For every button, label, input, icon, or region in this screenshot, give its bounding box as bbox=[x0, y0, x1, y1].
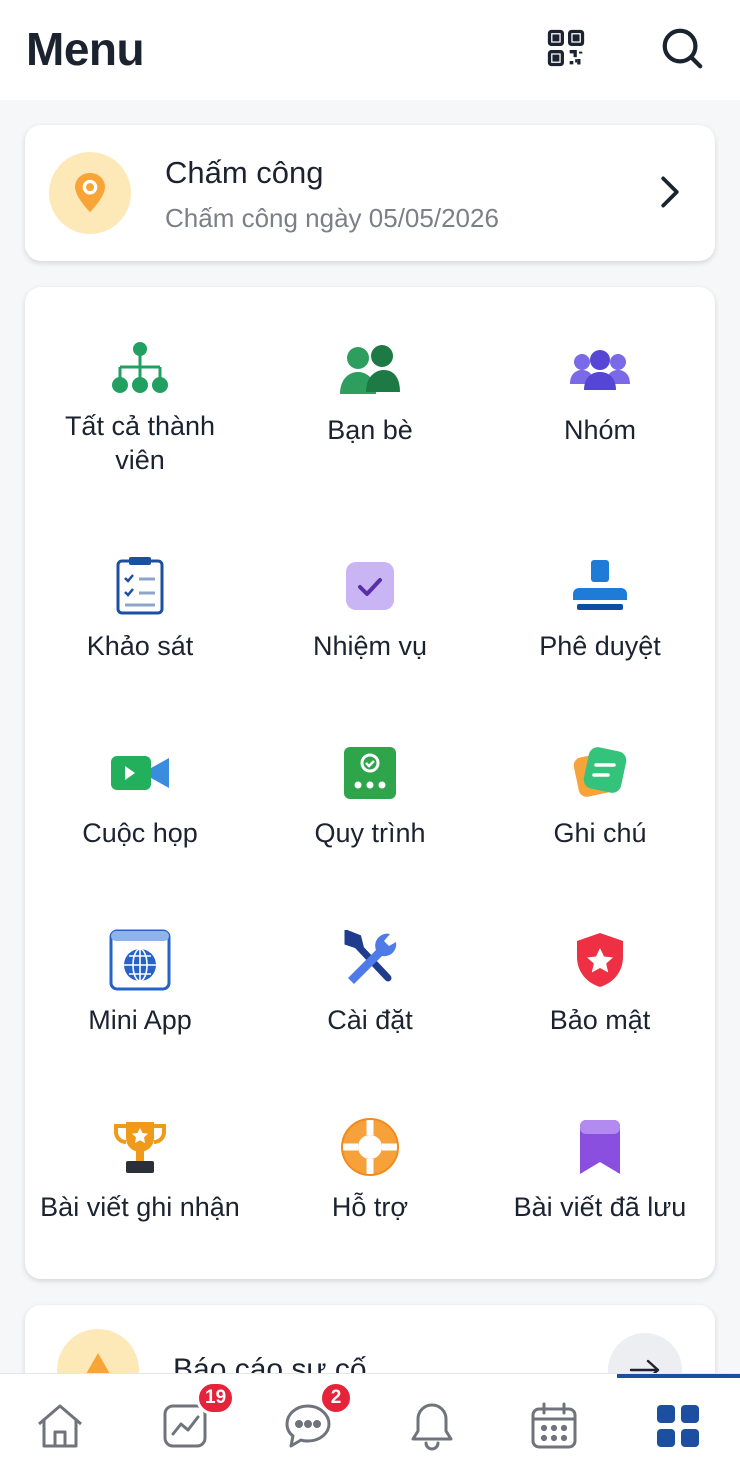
calendar-icon bbox=[531, 1402, 577, 1449]
workflow-icon bbox=[344, 747, 396, 799]
menu-item-label: Nhóm bbox=[563, 415, 637, 445]
qr-code-icon bbox=[547, 29, 585, 67]
chevron-right-icon bbox=[661, 176, 679, 208]
attendance-icon-badge bbox=[49, 152, 131, 234]
menu-item-label: Phê duyệt bbox=[539, 631, 661, 661]
menu-item-group[interactable]: Nhóm bbox=[485, 287, 715, 477]
org-tree-icon bbox=[112, 342, 168, 393]
task-check-icon bbox=[346, 562, 394, 610]
menu-item-label: Quy trình bbox=[314, 818, 426, 848]
globe-window-icon bbox=[109, 929, 171, 991]
menu-item-survey[interactable]: Khảo sát bbox=[25, 503, 255, 693]
menu-item-recognition-posts[interactable]: Bài viết ghi nhận bbox=[25, 1064, 255, 1254]
menu-item-label: Bảo mật bbox=[549, 1005, 651, 1035]
lifebuoy-icon bbox=[341, 1118, 399, 1176]
top-header: Menu bbox=[0, 0, 740, 100]
messages-badge: 2 bbox=[319, 1381, 353, 1415]
bottom-tab-bar: 19 2 bbox=[0, 1373, 740, 1483]
trophy-icon bbox=[114, 1122, 166, 1173]
menu-item-label: Bài viết ghi nhận bbox=[40, 1192, 240, 1222]
menu-item-label: Hỗ trợ bbox=[331, 1192, 409, 1222]
location-pin-icon bbox=[75, 173, 105, 213]
page-title: Menu bbox=[26, 23, 145, 75]
group-icon bbox=[570, 350, 630, 390]
attendance-title: Chấm công bbox=[165, 155, 324, 190]
shield-star-icon bbox=[577, 933, 623, 987]
menu-item-label: Cuộc họp bbox=[82, 818, 198, 848]
tools-icon bbox=[344, 930, 397, 984]
survey-icon bbox=[116, 557, 164, 615]
menu-item-label: Cài đặt bbox=[327, 1005, 413, 1035]
video-meeting-icon bbox=[111, 756, 169, 790]
tab-home[interactable] bbox=[30, 1396, 90, 1456]
menu-item-security[interactable]: Bảo mật bbox=[485, 877, 715, 1067]
menu-item-workflow[interactable]: Quy trình bbox=[255, 690, 485, 880]
bell-icon bbox=[411, 1403, 453, 1451]
attendance-subtitle: Chấm công ngày 05/05/2026 bbox=[165, 203, 499, 233]
menu-item-support[interactable]: Hỗ trợ bbox=[255, 1064, 485, 1254]
menu-item-label: Bạn bè bbox=[327, 415, 413, 445]
approval-stamp-icon bbox=[573, 560, 627, 610]
menu-item-label: Tất cả thành viên bbox=[64, 411, 216, 475]
menu-item-saved-posts[interactable]: Bài viết đã lưu bbox=[485, 1064, 715, 1254]
activity-badge: 19 bbox=[196, 1381, 236, 1415]
menu-item-all-members[interactable]: Tất cả thành viên bbox=[25, 287, 255, 477]
qr-code-button[interactable] bbox=[540, 22, 592, 74]
friends-icon bbox=[340, 345, 400, 394]
menu-item-meeting[interactable]: Cuộc họp bbox=[25, 690, 255, 880]
tab-menu[interactable] bbox=[648, 1396, 708, 1456]
menu-item-label: Khảo sát bbox=[86, 631, 194, 661]
search-button[interactable] bbox=[656, 22, 708, 74]
tab-calendar[interactable] bbox=[524, 1396, 584, 1456]
note-icon bbox=[573, 747, 627, 797]
search-icon bbox=[662, 28, 703, 69]
menu-item-label: Mini App bbox=[88, 1005, 192, 1035]
menu-item-label: Ghi chú bbox=[553, 818, 647, 848]
home-icon bbox=[38, 1404, 82, 1448]
menu-item-friends[interactable]: Bạn bè bbox=[255, 287, 485, 477]
menu-item-mini-app[interactable]: Mini App bbox=[25, 877, 255, 1067]
attendance-card[interactable]: Chấm công Chấm công ngày 05/05/2026 bbox=[25, 125, 715, 261]
bookmark-icon bbox=[580, 1120, 620, 1174]
menu-item-label: Bài viết đã lưu bbox=[513, 1192, 687, 1222]
menu-item-label: Nhiệm vụ bbox=[312, 631, 428, 661]
menu-item-tasks[interactable]: Nhiệm vụ bbox=[255, 503, 485, 693]
tab-notifications[interactable] bbox=[402, 1396, 462, 1456]
feature-grid-card: Tất cả thành viên Bạn bè Nhóm Khảo sát N… bbox=[25, 287, 715, 1279]
active-tab-indicator bbox=[617, 1374, 740, 1378]
menu-item-approval[interactable]: Phê duyệt bbox=[485, 503, 715, 693]
menu-item-settings[interactable]: Cài đặt bbox=[255, 877, 485, 1067]
grid-icon bbox=[657, 1405, 699, 1447]
menu-item-notes[interactable]: Ghi chú bbox=[485, 690, 715, 880]
